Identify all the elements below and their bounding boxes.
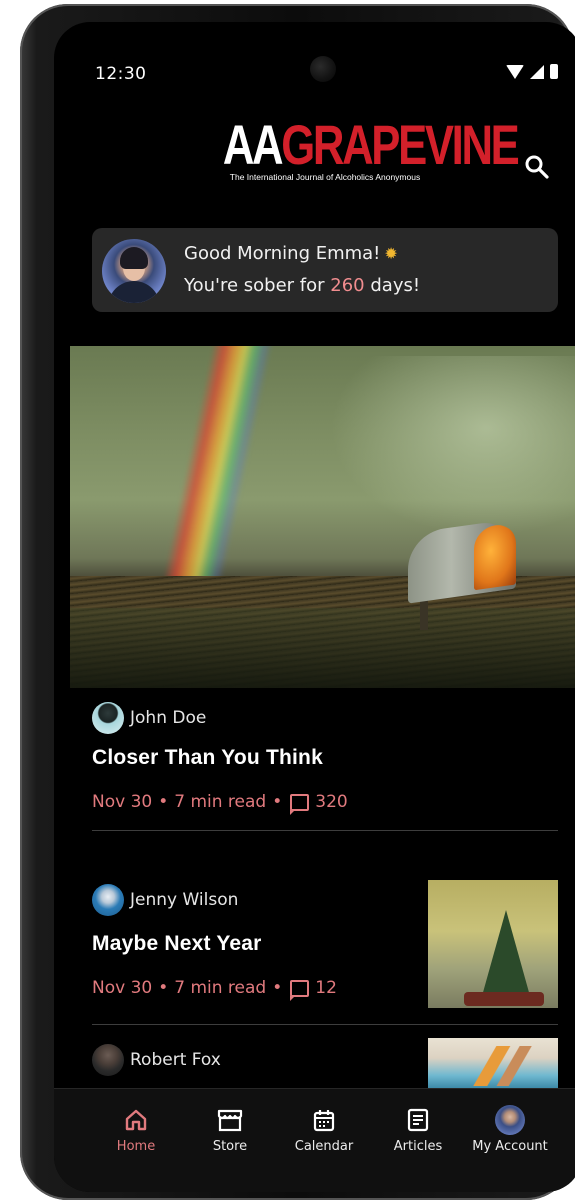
nav-label: My Account: [472, 1139, 548, 1154]
article-thumbnail[interactable]: [428, 880, 558, 1008]
author-avatar: [92, 702, 124, 734]
nav-item-calendar[interactable]: Calendar: [278, 1107, 370, 1154]
nav-item-home[interactable]: Home: [90, 1107, 182, 1154]
wifi-icon: [506, 64, 524, 79]
article-title[interactable]: Closer Than You Think: [92, 746, 323, 770]
article-title[interactable]: Maybe Next Year: [92, 932, 262, 956]
author-name: Jenny Wilson: [130, 890, 239, 910]
greeting-message: Good Morning Emma!: [184, 243, 381, 264]
nav-label: Home: [116, 1139, 156, 1154]
article-card[interactable]: John Doe Closer Than You Think Nov 30 • …: [92, 702, 558, 832]
sober-suffix: days!: [370, 275, 421, 296]
sun-emoji-icon: ✹: [384, 244, 398, 263]
bottom-navigation: Home Store Calendar Articles My Account: [54, 1088, 575, 1192]
greeting-card[interactable]: Good Morning Emma! ✹ You're sober for 260…: [92, 228, 558, 312]
christmas-tree: [482, 910, 530, 996]
divider: [92, 830, 558, 831]
author-avatar: [92, 1044, 124, 1076]
account-avatar: [495, 1105, 525, 1135]
read-time: 7 min read: [174, 792, 267, 812]
phone-frame: 12:30 AAGRAPEVINE The International Jour…: [20, 4, 575, 1200]
divider: [92, 1024, 558, 1025]
meta-separator: •: [158, 978, 169, 998]
article-meta: Nov 30 • 7 min read • 12: [92, 978, 337, 1001]
app-logo: AAGRAPEVINE The International Journal of…: [194, 117, 520, 183]
sober-days-count: 260: [330, 275, 365, 296]
status-icons: [506, 64, 558, 79]
author-row: Jenny Wilson: [92, 884, 238, 916]
rainbow: [157, 346, 279, 606]
logo-wordmark: AAGRAPEVINE: [223, 117, 520, 173]
author-name: Robert Fox: [130, 1050, 221, 1070]
sobriety-text: You're sober for 260 days!: [184, 275, 420, 296]
nav-item-store[interactable]: Store: [184, 1107, 276, 1154]
meta-separator: •: [158, 792, 169, 812]
author-row: John Doe: [92, 702, 206, 734]
author-avatar: [92, 884, 124, 916]
logo-grapevine: GRAPEVINE: [281, 113, 520, 176]
app-screen: 12:30 AAGRAPEVINE The International Jour…: [54, 22, 575, 1192]
article-card[interactable]: Robert Fox: [92, 1038, 558, 1088]
front-camera: [310, 56, 336, 82]
comment-count: 320: [315, 792, 348, 812]
search-button[interactable]: [524, 154, 550, 180]
battery-icon: [550, 64, 558, 79]
meta-separator: •: [272, 978, 283, 998]
meta-separator: •: [272, 792, 283, 812]
author-row: Robert Fox: [92, 1044, 221, 1076]
article-meta: Nov 30 • 7 min read • 320: [92, 792, 348, 815]
signal-icon: [530, 64, 544, 79]
home-icon: [125, 1109, 147, 1131]
sober-prefix: You're sober for: [184, 275, 325, 296]
author-name: John Doe: [130, 708, 207, 728]
nav-item-my-account[interactable]: My Account: [464, 1105, 556, 1154]
nav-label: Store: [212, 1139, 248, 1154]
comment-icon: [290, 793, 310, 815]
hero-image-rainbow-mailbox[interactable]: [70, 346, 575, 688]
articles-icon: [407, 1108, 429, 1132]
article-date: Nov 30: [92, 792, 153, 812]
nav-label: Articles: [393, 1139, 443, 1154]
store-icon: [217, 1109, 243, 1132]
status-time: 12:30: [95, 64, 147, 84]
logo-aa: AA: [222, 113, 284, 176]
greeting-text: Good Morning Emma! ✹: [184, 243, 398, 264]
calendar-icon: [313, 1110, 335, 1132]
nav-item-articles[interactable]: Articles: [372, 1107, 464, 1154]
article-date: Nov 30: [92, 978, 153, 998]
article-card[interactable]: Jenny Wilson Maybe Next Year Nov 30 • 7 …: [92, 880, 558, 1030]
comment-icon: [290, 979, 310, 1001]
comment-count: 12: [315, 978, 337, 998]
search-icon: [525, 155, 549, 179]
read-time: 7 min read: [174, 978, 267, 998]
nav-label: Calendar: [294, 1139, 354, 1154]
article-thumbnail[interactable]: [428, 1038, 558, 1088]
user-avatar: [102, 239, 166, 303]
